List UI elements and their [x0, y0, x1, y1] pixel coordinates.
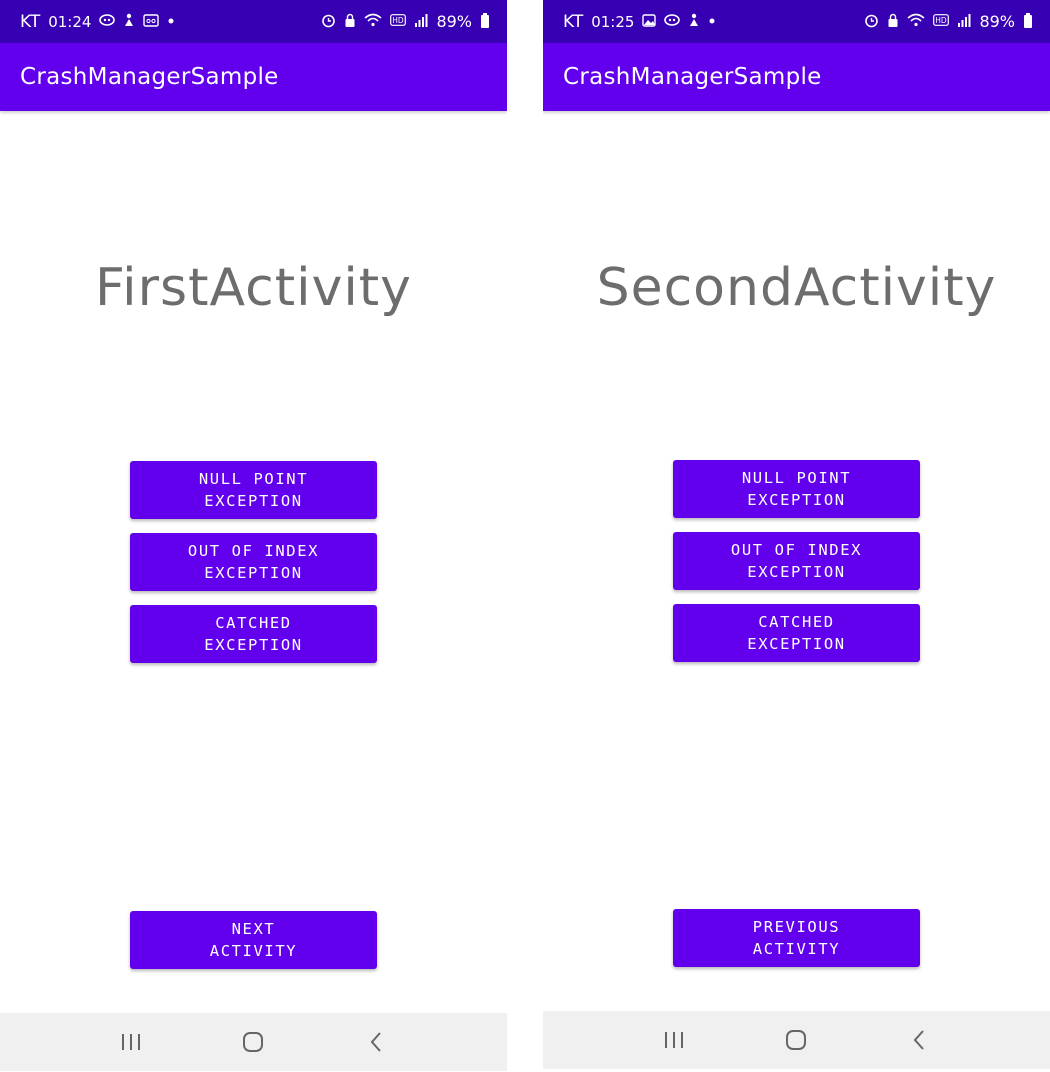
status-left: KT 01:25 [563, 12, 716, 32]
app-bar: CrashManagerSample [0, 43, 507, 111]
system-nav-bar [0, 1013, 507, 1071]
system-nav-bar [543, 1011, 1050, 1069]
status-bar: KT 01:25 HD 89% [543, 0, 1050, 43]
status-time: 01:25 [591, 12, 635, 31]
battery-level: 89% [436, 12, 472, 31]
activity-title: SecondActivity [596, 258, 997, 318]
home-icon[interactable] [776, 1020, 816, 1060]
messenger-icon [664, 14, 681, 29]
status-right: HD 89% [321, 12, 489, 31]
dot-icon [167, 15, 175, 28]
dot-icon [708, 15, 716, 28]
messenger-icon [99, 14, 116, 29]
hd-icon: HD [390, 14, 407, 29]
voicemail-icon [143, 13, 160, 30]
activity-title: FirstActivity [95, 258, 412, 318]
wifi-icon [907, 13, 925, 30]
signal-icon [957, 13, 971, 30]
null-point-exception-button[interactable]: NULL POINT EXCEPTION [130, 461, 377, 519]
app-title: CrashManagerSample [563, 64, 822, 90]
back-icon[interactable] [356, 1022, 396, 1062]
svg-text:HD: HD [936, 16, 948, 25]
phone-screen-first: KT 01:24 HD 89% CrashManagerSample First… [0, 0, 507, 1072]
home-icon[interactable] [233, 1022, 273, 1062]
out-of-index-exception-button[interactable]: OUT OF INDEX EXCEPTION [673, 532, 920, 590]
null-point-exception-button[interactable]: NULL POINT EXCEPTION [673, 460, 920, 518]
status-bar: KT 01:24 HD 89% [0, 0, 507, 43]
signal-icon [414, 13, 428, 30]
app-title: CrashManagerSample [20, 64, 279, 90]
back-icon[interactable] [899, 1020, 939, 1060]
carrier-label: KT [20, 11, 41, 32]
battery-level: 89% [979, 12, 1015, 31]
hd-icon: HD [933, 14, 950, 29]
recents-icon[interactable] [111, 1022, 151, 1062]
battery-icon [1024, 13, 1032, 28]
gallery-icon [642, 13, 657, 30]
phone-screen-second: KT 01:25 HD 89% CrashManagerSample Secon… [543, 0, 1050, 1070]
catched-exception-button[interactable]: CATCHED EXCEPTION [130, 605, 377, 663]
battery-icon [481, 13, 489, 28]
previous-activity-button[interactable]: PREVIOUS ACTIVITY [673, 909, 920, 967]
out-of-index-exception-button[interactable]: OUT OF INDEX EXCEPTION [130, 533, 377, 591]
carrier-label: KT [563, 11, 584, 32]
svg-text:HD: HD [393, 16, 405, 25]
figure-icon [123, 13, 135, 30]
status-right: HD 89% [864, 12, 1032, 31]
recents-icon[interactable] [654, 1020, 694, 1060]
lock-icon [887, 13, 899, 31]
figure-icon [688, 13, 700, 30]
status-time: 01:24 [48, 12, 92, 31]
wifi-icon [364, 13, 382, 30]
app-bar: CrashManagerSample [543, 43, 1050, 111]
status-left: KT 01:24 [20, 12, 175, 32]
lock-icon [344, 13, 356, 31]
catched-exception-button[interactable]: CATCHED EXCEPTION [673, 604, 920, 662]
alarm-icon [864, 13, 879, 31]
alarm-icon [321, 13, 336, 31]
next-activity-button[interactable]: NEXT ACTIVITY [130, 911, 377, 969]
